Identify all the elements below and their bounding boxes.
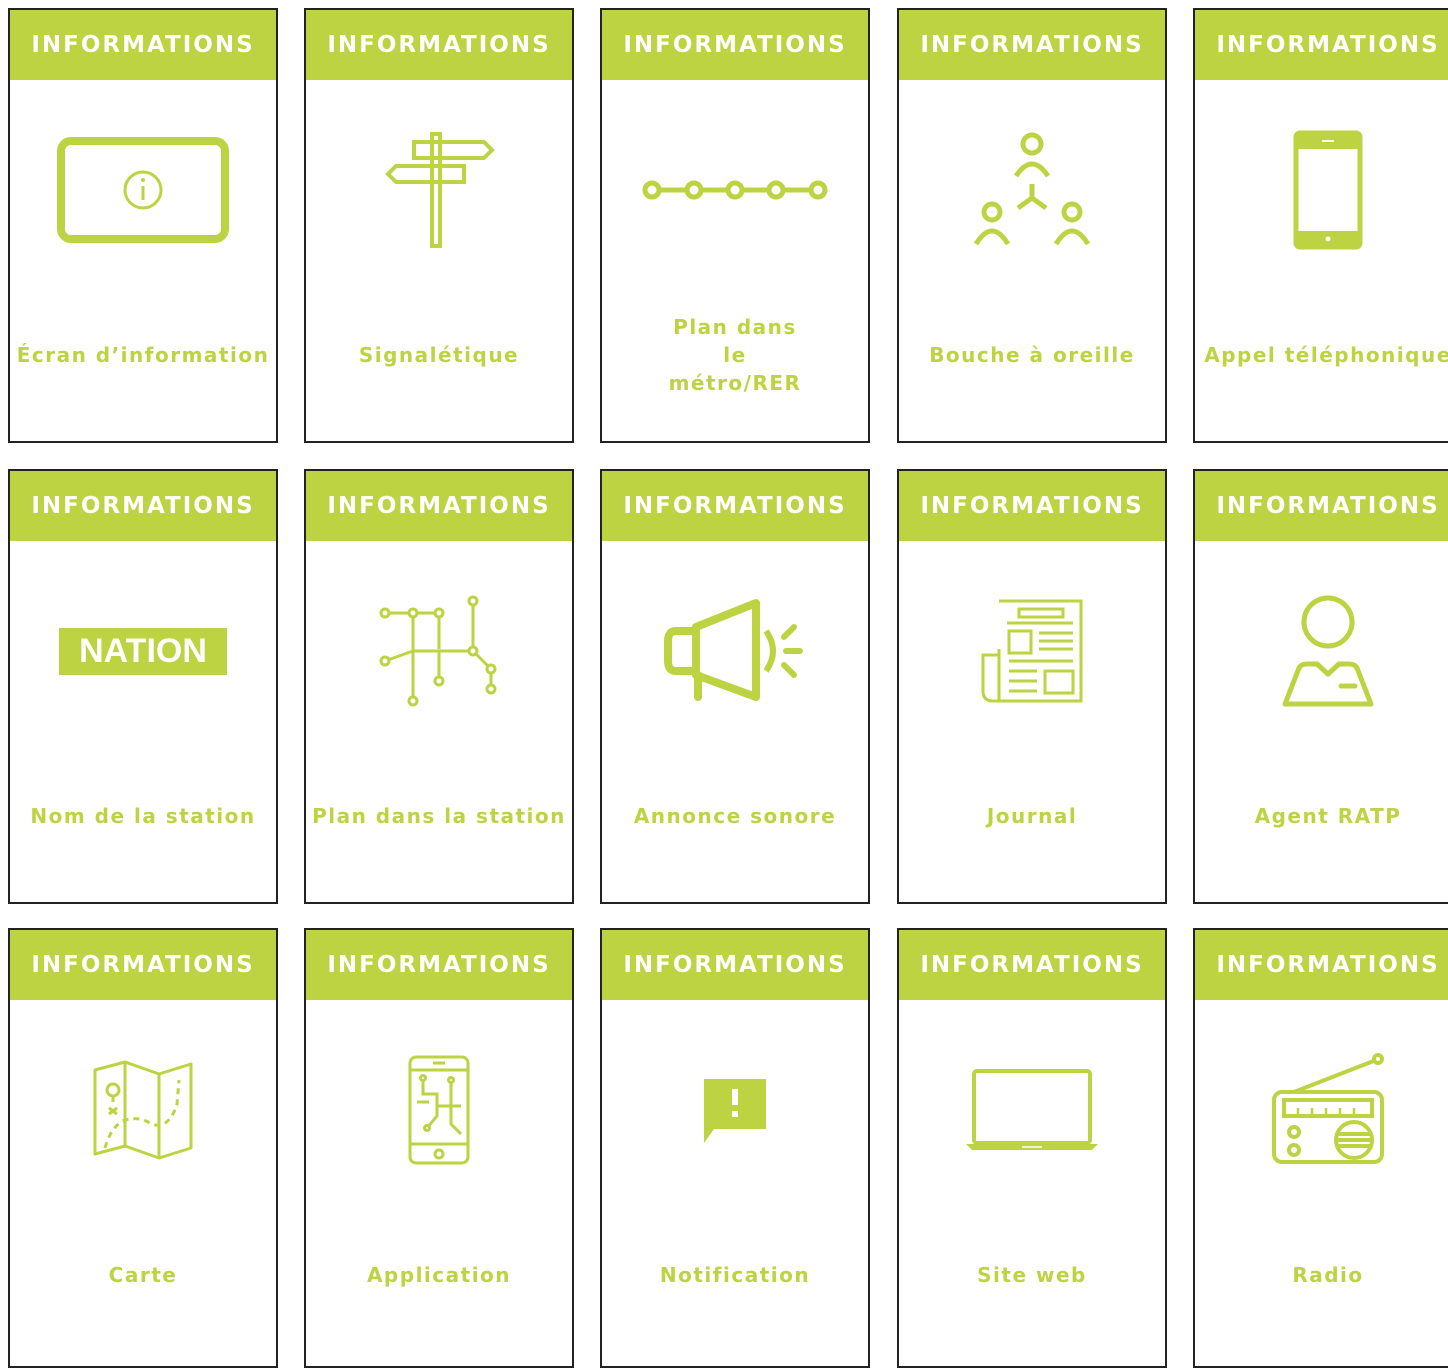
card-header: INFORMATIONS	[10, 10, 276, 80]
card-ecran-information[interactable]: INFORMATIONS Écran d’information	[8, 8, 278, 443]
app-icon	[306, 1005, 572, 1215]
card-signaletique[interactable]: INFORMATIONS Signalétique	[304, 8, 574, 443]
card-annonce-sonore[interactable]: INFORMATIONS Annonce sonore	[600, 469, 870, 904]
card-label: Plan dans le métro/RER	[668, 315, 802, 395]
card-header: INFORMATIONS	[306, 10, 572, 80]
map-icon	[10, 1005, 276, 1215]
card-label: Notification	[659, 1263, 811, 1287]
newspaper-icon	[899, 546, 1165, 756]
card-header-title: INFORMATIONS	[920, 32, 1144, 58]
card-header-title: INFORMATIONS	[920, 493, 1144, 519]
info-screen-icon	[10, 85, 276, 295]
card-application[interactable]: INFORMATIONS Application	[304, 928, 574, 1368]
card-label: Nom de la station	[30, 804, 256, 828]
card-label: Radio	[1292, 1263, 1364, 1287]
card-header: INFORMATIONS	[602, 10, 868, 80]
notification-icon	[602, 1005, 868, 1215]
station-name-sign: NATION	[10, 546, 276, 756]
card-header: INFORMATIONS	[10, 930, 276, 1000]
card-nom-station[interactable]: INFORMATIONS NATION Nom de la station	[8, 469, 278, 904]
card-label: Carte	[108, 1263, 178, 1287]
card-header: INFORMATIONS	[1195, 930, 1448, 1000]
card-header-title: INFORMATIONS	[1216, 32, 1440, 58]
card-header-title: INFORMATIONS	[623, 32, 847, 58]
card-label: Plan dans la station	[312, 804, 566, 828]
card-header: INFORMATIONS	[602, 930, 868, 1000]
card-header-title: INFORMATIONS	[327, 952, 551, 978]
card-header-title: INFORMATIONS	[1216, 952, 1440, 978]
card-label: Appel téléphonique	[1204, 343, 1448, 367]
card-header: INFORMATIONS	[899, 930, 1165, 1000]
card-agent-ratp[interactable]: INFORMATIONS Agent RATP	[1193, 469, 1448, 904]
card-header-title: INFORMATIONS	[623, 952, 847, 978]
card-carte[interactable]: INFORMATIONS Carte	[8, 928, 278, 1368]
card-plan-station[interactable]: INFORMATIONS Plan dans la station	[304, 469, 574, 904]
card-label: Application	[366, 1263, 512, 1287]
card-plan-metro[interactable]: INFORMATIONS Plan dans le métro/RER	[600, 8, 870, 443]
card-header: INFORMATIONS	[899, 10, 1165, 80]
card-appel-telephonique[interactable]: INFORMATIONS Appel téléphonique	[1193, 8, 1448, 443]
card-header-title: INFORMATIONS	[31, 32, 255, 58]
card-header-title: INFORMATIONS	[31, 952, 255, 978]
radio-icon	[1195, 1005, 1448, 1215]
card-bouche-oreille[interactable]: INFORMATIONS Bouche à oreille	[897, 8, 1167, 443]
card-header: INFORMATIONS	[306, 471, 572, 541]
smartphone-icon	[1195, 85, 1448, 295]
card-label: Signalétique	[358, 343, 520, 367]
card-site-web[interactable]: INFORMATIONS Site web	[897, 928, 1167, 1368]
card-label: Annonce sonore	[633, 804, 837, 828]
signpost-icon	[306, 85, 572, 295]
card-header: INFORMATIONS	[1195, 471, 1448, 541]
card-header: INFORMATIONS	[1195, 10, 1448, 80]
card-label: Journal	[986, 804, 1078, 828]
card-header: INFORMATIONS	[899, 471, 1165, 541]
card-label: Site web	[977, 1263, 1087, 1287]
card-notification[interactable]: INFORMATIONS Notification	[600, 928, 870, 1368]
card-header-title: INFORMATIONS	[31, 493, 255, 519]
card-label: Agent RATP	[1254, 804, 1402, 828]
station-name-text: NATION	[59, 627, 227, 675]
megaphone-icon	[602, 546, 868, 756]
card-header-title: INFORMATIONS	[1216, 493, 1440, 519]
card-header: INFORMATIONS	[10, 471, 276, 541]
card-journal[interactable]: INFORMATIONS Journal	[897, 469, 1167, 904]
laptop-icon	[899, 1005, 1165, 1215]
station-map-icon	[306, 546, 572, 756]
card-label: Écran d’information	[16, 343, 270, 367]
agent-icon	[1195, 546, 1448, 756]
card-header-title: INFORMATIONS	[327, 32, 551, 58]
card-header: INFORMATIONS	[602, 471, 868, 541]
card-header: INFORMATIONS	[306, 930, 572, 1000]
card-header-title: INFORMATIONS	[327, 493, 551, 519]
metro-line-icon	[602, 85, 868, 295]
card-header-title: INFORMATIONS	[920, 952, 1144, 978]
card-header-title: INFORMATIONS	[623, 493, 847, 519]
people-network-icon	[899, 85, 1165, 295]
card-radio[interactable]: INFORMATIONS Radio	[1193, 928, 1448, 1368]
card-label: Bouche à oreille	[929, 343, 1135, 367]
